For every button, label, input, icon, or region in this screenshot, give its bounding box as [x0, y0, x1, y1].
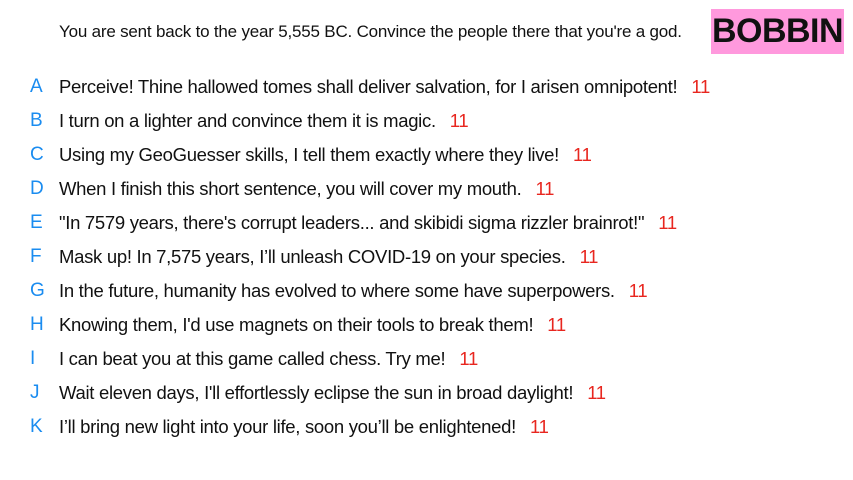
- answer-letter: F: [30, 246, 42, 267]
- answer-score: 11: [691, 76, 710, 97]
- answer-text: I can beat you at this game called chess…: [59, 348, 446, 369]
- answer-letter: B: [30, 110, 43, 131]
- answer-letter: G: [30, 280, 45, 301]
- answer-score: 11: [573, 144, 592, 165]
- answer-text: I’ll bring new light into your life, soo…: [59, 416, 516, 437]
- answer-score: 11: [529, 416, 549, 437]
- answer-text: Knowing them, I'd use magnets on their t…: [59, 314, 534, 335]
- answer-score: 11: [587, 382, 606, 403]
- answer-letter: D: [30, 178, 44, 199]
- answer-text: Using my GeoGuesser skills, I tell them …: [59, 144, 560, 165]
- answer-letter: E: [30, 212, 43, 233]
- answer-text: When I finish this short sentence, you w…: [59, 178, 522, 199]
- answer-score: 11: [547, 314, 566, 335]
- answer-text: I turn on a lighter and convince them it…: [59, 110, 436, 131]
- answer-letter: C: [30, 144, 44, 165]
- answer-text: In the future, humanity has evolved to w…: [59, 280, 615, 301]
- prompt-text: You are sent back to the year 5,555 BC. …: [59, 22, 682, 41]
- answer-score: 11: [628, 280, 648, 301]
- answer-letter: A: [30, 76, 43, 97]
- answer-text: Wait eleven days, I'll effortlessly ecli…: [59, 382, 574, 403]
- answer-text: Perceive! Thine hallowed tomes shall del…: [59, 76, 678, 97]
- answer-score: 11: [658, 212, 677, 233]
- answer-text: Mask up! In 7,575 years, I’ll unleash CO…: [59, 246, 566, 267]
- answer-letter: H: [30, 314, 44, 335]
- answer-text: "In 7579 years, there's corrupt leaders.…: [59, 212, 645, 233]
- answer-letter: I: [30, 348, 36, 369]
- answer-score: 11: [535, 178, 555, 199]
- player-name-badge: BOBBIN: [711, 9, 844, 54]
- answer-letter: J: [30, 382, 40, 403]
- answer-score: 11: [449, 110, 469, 131]
- answer-letter: K: [30, 416, 43, 437]
- answer-score: 11: [579, 246, 599, 267]
- answer-score: 11: [459, 348, 478, 369]
